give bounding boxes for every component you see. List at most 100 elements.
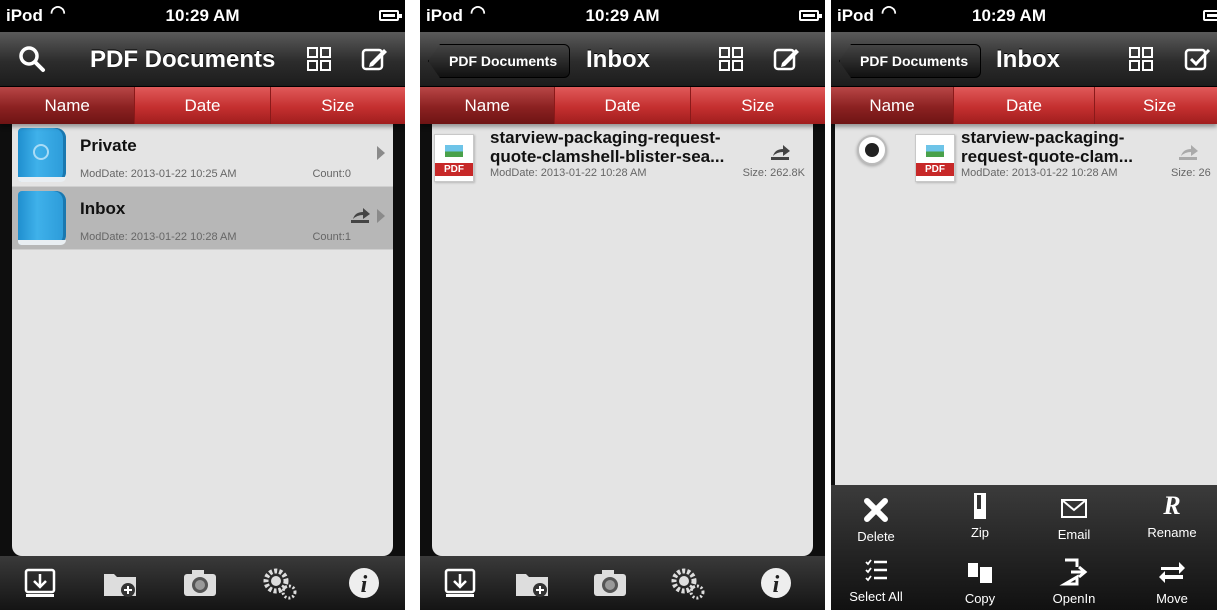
action-panel: Delete Zip Email R Rename Select All Cop… xyxy=(831,485,1217,610)
status-bar: iPod ◠ 10:29 AM xyxy=(420,0,825,32)
sort-tab-name[interactable]: Name xyxy=(831,87,954,124)
folder-moddate: ModDate: 2013-01-22 10:25 AM xyxy=(80,168,237,180)
sort-tab-size[interactable]: Size xyxy=(1095,87,1217,124)
file-row[interactable]: PDF starview-packaging- request-quote-cl… xyxy=(835,124,1217,188)
nav-bar: PDF Documents Inbox xyxy=(420,32,825,87)
file-name-line2: request-quote-clam... xyxy=(961,147,1133,166)
move-button[interactable]: Move xyxy=(1127,557,1217,606)
zip-button[interactable]: Zip xyxy=(935,491,1025,540)
email-icon xyxy=(1061,499,1087,518)
page-title: PDF Documents xyxy=(90,46,276,73)
folder-row-private[interactable]: Private ModDate: 2013-01-22 10:25 AM Cou… xyxy=(12,124,393,187)
camera-icon[interactable] xyxy=(182,566,218,600)
share-icon xyxy=(1179,145,1198,160)
checklist-icon xyxy=(865,559,887,582)
clock: 10:29 AM xyxy=(585,6,660,25)
file-size: Size: 26 xyxy=(1171,167,1211,179)
locked-folder-icon xyxy=(18,128,66,182)
share-icon[interactable] xyxy=(769,144,791,162)
search-icon[interactable] xyxy=(18,45,46,73)
copy-button[interactable]: Copy xyxy=(935,557,1025,606)
nav-bar: PDF Documents xyxy=(0,32,405,87)
sort-bar: Name Date Size xyxy=(831,87,1217,124)
file-size: Size: 262.8K xyxy=(742,167,805,179)
email-button[interactable]: Email xyxy=(1029,493,1119,542)
battery-icon xyxy=(799,10,822,21)
folder-row-inbox[interactable]: Inbox ModDate: 2013-01-22 10:28 AM Count… xyxy=(12,187,393,250)
file-name-line2: quote-clamshell-blister-sea... xyxy=(490,147,725,166)
folder-icon xyxy=(18,191,66,245)
delete-icon xyxy=(864,498,888,522)
folder-count: Count:1 xyxy=(312,231,351,243)
clock: 10:29 AM xyxy=(165,6,240,25)
svg-text:i: i xyxy=(773,572,780,598)
sort-tab-name[interactable]: Name xyxy=(0,87,136,124)
rename-button[interactable]: R Rename xyxy=(1127,491,1217,540)
nav-bar: PDF Documents Inbox xyxy=(831,32,1217,87)
svg-text:i: i xyxy=(361,572,368,598)
folder-list: Private ModDate: 2013-01-22 10:25 AM Cou… xyxy=(12,124,393,556)
screen-inbox-edit: iPod ◠ 10:29 AM PDF Documents Inbox Name… xyxy=(831,0,1217,610)
back-button[interactable]: PDF Documents xyxy=(839,44,982,78)
file-moddate: ModDate: 2013-01-22 10:28 AM xyxy=(961,167,1118,179)
selection-radio[interactable] xyxy=(857,135,887,165)
share-icon[interactable] xyxy=(349,207,371,225)
move-arrows-icon xyxy=(1159,562,1185,583)
page-title: Inbox xyxy=(996,46,1060,73)
open-in-button[interactable]: OpenIn xyxy=(1029,557,1119,606)
grid-view-icon[interactable] xyxy=(305,45,333,73)
screen-pdf-documents: iPod ◠ 10:29 AM PDF Documents Name Date … xyxy=(0,0,405,610)
folder-moddate: ModDate: 2013-01-22 10:28 AM xyxy=(80,231,237,243)
edit-icon[interactable] xyxy=(772,45,800,73)
done-check-icon[interactable] xyxy=(1183,45,1211,73)
back-button[interactable]: PDF Documents xyxy=(428,44,571,78)
sort-tab-name[interactable]: Name xyxy=(420,87,556,124)
bottom-toolbar: i xyxy=(420,556,825,610)
camera-icon[interactable] xyxy=(592,566,628,600)
sort-bar: Name Date Size xyxy=(420,87,825,124)
new-folder-icon[interactable] xyxy=(514,566,550,600)
sort-tab-size[interactable]: Size xyxy=(270,87,405,124)
sort-tab-date[interactable]: Date xyxy=(555,87,691,124)
sort-bar: Name Date Size xyxy=(0,87,405,124)
battery-icon xyxy=(1203,10,1217,21)
rename-icon: R xyxy=(1163,491,1181,520)
battery-icon xyxy=(379,10,402,21)
file-moddate: ModDate: 2013-01-22 10:28 AM xyxy=(490,167,647,179)
sort-tab-size[interactable]: Size xyxy=(690,87,825,124)
pdf-file-icon: PDF xyxy=(915,134,955,182)
grid-view-icon[interactable] xyxy=(717,45,745,73)
open-in-icon xyxy=(1059,558,1088,586)
chevron-right-icon xyxy=(377,146,385,160)
file-name-line1: starview-packaging-request- xyxy=(490,128,721,147)
pdf-file-icon: PDF xyxy=(434,134,474,182)
file-name-line1: starview-packaging- xyxy=(961,128,1125,147)
folder-count: Count:0 xyxy=(312,168,351,180)
new-folder-icon[interactable] xyxy=(102,566,138,600)
import-icon[interactable] xyxy=(442,566,478,600)
folder-name: Inbox xyxy=(80,199,126,218)
file-list: PDF starview-packaging- request-quote-cl… xyxy=(835,124,1217,485)
copy-icon xyxy=(968,563,992,583)
import-icon[interactable] xyxy=(22,566,58,600)
chevron-right-icon xyxy=(377,209,385,223)
delete-button[interactable]: Delete xyxy=(831,495,921,544)
file-row[interactable]: PDF starview-packaging-request- quote-cl… xyxy=(432,124,813,188)
info-icon[interactable]: i xyxy=(758,566,794,600)
sort-tab-date[interactable]: Date xyxy=(954,87,1095,124)
settings-icon[interactable] xyxy=(670,566,706,600)
bottom-toolbar: i xyxy=(0,556,405,610)
select-all-button[interactable]: Select All xyxy=(831,555,921,604)
info-icon[interactable]: i xyxy=(346,566,382,600)
page-title: Inbox xyxy=(586,46,650,73)
status-bar: iPod ◠ 10:29 AM xyxy=(831,0,1217,32)
screen-inbox: iPod ◠ 10:29 AM PDF Documents Inbox Name… xyxy=(420,0,825,610)
settings-icon[interactable] xyxy=(262,566,298,600)
sort-tab-date[interactable]: Date xyxy=(135,87,271,124)
grid-view-icon[interactable] xyxy=(1127,45,1155,73)
zip-icon xyxy=(974,493,986,519)
edit-icon[interactable] xyxy=(360,45,388,73)
folder-name: Private xyxy=(80,136,137,155)
clock: 10:29 AM xyxy=(971,6,1046,25)
file-list: PDF starview-packaging-request- quote-cl… xyxy=(432,124,813,556)
